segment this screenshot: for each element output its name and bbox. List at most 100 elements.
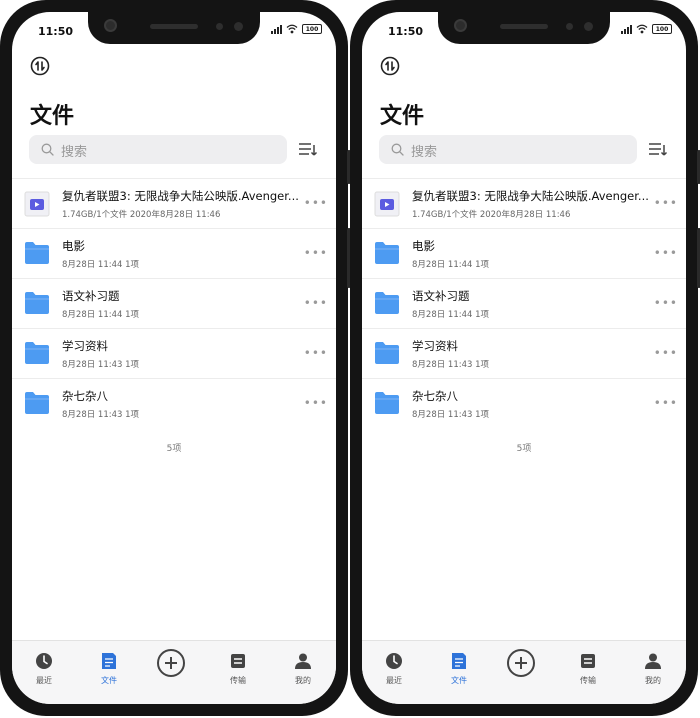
file-row[interactable]: 复仇者联盟3: 无限战争大陆公映版.Avenger... 1.74GB/1个文件 … <box>362 178 686 228</box>
file-name: 学习资料 <box>412 339 458 353</box>
folder-icon <box>375 392 399 414</box>
search-icon <box>41 143 54 156</box>
file-name: 杂七杂八 <box>62 389 108 403</box>
folder-row[interactable]: 语文补习题 8月28日 11:44 1项 ••• <box>362 278 686 328</box>
folder-icon <box>25 292 49 314</box>
bottom-tab-bar: 最近 文件 传输 我的 <box>362 640 686 704</box>
folder-row[interactable]: 杂七杂八 8月28日 11:43 1项 ••• <box>12 378 336 428</box>
file-name: 电影 <box>62 239 85 253</box>
more-options-icon[interactable]: ••• <box>304 247 328 259</box>
camera-notch <box>88 12 260 44</box>
file-meta: 8月28日 11:44 1项 <box>62 260 140 270</box>
search-placeholder: 搜索 <box>411 145 438 160</box>
clock-icon <box>386 653 402 669</box>
more-options-icon[interactable]: ••• <box>304 297 328 309</box>
tab-label: 文件 <box>451 676 467 685</box>
folder-row[interactable]: 学习资料 8月28日 11:43 1项 ••• <box>12 328 336 378</box>
file-list: 复仇者联盟3: 无限战争大陆公映版.Avenger... 1.74GB/1个文件 … <box>12 178 336 428</box>
folder-row[interactable]: 电影 8月28日 11:44 1项 ••• <box>12 228 336 278</box>
file-name: 复仇者联盟3: 无限战争大陆公映版.Avenger... <box>62 189 299 203</box>
status-time: 11:50 <box>38 25 74 38</box>
user-icon <box>645 653 661 669</box>
battery-icon: 100 <box>302 24 322 34</box>
tab-label: 传输 <box>230 676 246 685</box>
file-meta: 8月28日 11:43 1项 <box>412 360 490 370</box>
status-time: 11:50 <box>388 25 424 38</box>
file-name: 学习资料 <box>62 339 108 353</box>
file-meta: 8月28日 11:44 1项 <box>62 310 140 320</box>
item-count: 5项 <box>516 444 532 454</box>
tab-label: 传输 <box>580 676 596 685</box>
file-meta: 1.74GB/1个文件 2020年8月28日 11:46 <box>62 210 221 220</box>
sort-toggle-icon[interactable] <box>380 56 400 76</box>
list-menu-icon[interactable] <box>648 142 668 158</box>
page-title: 文件 <box>30 104 75 129</box>
folder-row[interactable]: 语文补习题 8月28日 11:44 1项 ••• <box>12 278 336 328</box>
tab-label: 最近 <box>36 676 52 685</box>
sort-toggle-icon[interactable] <box>30 56 50 76</box>
folder-row[interactable]: 学习资料 8月28日 11:43 1项 ••• <box>362 328 686 378</box>
more-options-icon[interactable]: ••• <box>654 297 678 309</box>
status-icons: 100 <box>271 24 322 34</box>
file-icon <box>102 653 116 669</box>
folder-icon <box>25 392 49 414</box>
tab-label: 最近 <box>386 676 402 685</box>
list-menu-icon[interactable] <box>298 142 318 158</box>
more-options-icon[interactable]: ••• <box>654 197 678 209</box>
folder-row[interactable]: 杂七杂八 8月28日 11:43 1项 ••• <box>362 378 686 428</box>
video-file-icon <box>374 191 400 217</box>
folder-icon <box>375 292 399 314</box>
wifi-icon <box>636 24 648 34</box>
file-name: 复仇者联盟3: 无限战争大陆公映版.Avenger... <box>412 189 649 203</box>
camera-notch <box>438 12 610 44</box>
more-options-icon[interactable]: ••• <box>654 397 678 409</box>
search-placeholder: 搜索 <box>61 145 88 160</box>
more-options-icon[interactable]: ••• <box>654 247 678 259</box>
file-row[interactable]: 复仇者联盟3: 无限战争大陆公映版.Avenger... 1.74GB/1个文件 … <box>12 178 336 228</box>
file-meta: 8月28日 11:43 1项 <box>62 360 140 370</box>
more-options-icon[interactable]: ••• <box>304 397 328 409</box>
video-file-icon <box>24 191 50 217</box>
search-input[interactable]: 搜索 <box>379 135 637 164</box>
status-icons: 100 <box>621 24 672 34</box>
file-meta: 8月28日 11:43 1项 <box>412 410 490 420</box>
page-title: 文件 <box>380 104 425 129</box>
transfer-icon <box>581 654 595 668</box>
wifi-icon <box>286 24 298 34</box>
app-screen: 11:50 100 文件 搜索 复仇者联盟3: 无限战争大陆公映版.Avenge… <box>362 12 686 704</box>
clock-icon <box>36 653 52 669</box>
more-options-icon[interactable]: ••• <box>304 197 328 209</box>
bottom-tab-bar: 最近 文件 传输 我的 <box>12 640 336 704</box>
folder-row[interactable]: 电影 8月28日 11:44 1项 ••• <box>362 228 686 278</box>
phone-frame-left: 11:50 100 文件 搜索 复仇者联盟3: 无限战争大陆公映版.Avenge… <box>0 0 351 716</box>
search-input[interactable]: 搜索 <box>29 135 287 164</box>
file-name: 语文补习题 <box>412 289 470 303</box>
more-options-icon[interactable]: ••• <box>304 347 328 359</box>
add-button[interactable] <box>157 649 185 677</box>
folder-icon <box>25 342 49 364</box>
signal-icon <box>271 24 282 34</box>
folder-icon <box>375 242 399 264</box>
tab-label: 文件 <box>101 676 117 685</box>
transfer-icon <box>231 654 245 668</box>
file-icon <box>452 653 466 669</box>
app-screen: 11:50 100 文件 搜索 复仇者联盟3: 无限战争大陆公映版.Avenge… <box>12 12 336 704</box>
signal-icon <box>621 24 632 34</box>
user-icon <box>295 653 311 669</box>
battery-icon: 100 <box>652 24 672 34</box>
file-name: 杂七杂八 <box>412 389 458 403</box>
search-icon <box>391 143 404 156</box>
file-meta: 8月28日 11:43 1项 <box>62 410 140 420</box>
file-list: 复仇者联盟3: 无限战争大陆公映版.Avenger... 1.74GB/1个文件 … <box>362 178 686 428</box>
tab-label: 我的 <box>645 676 661 685</box>
file-meta: 8月28日 11:44 1项 <box>412 260 490 270</box>
file-meta: 8月28日 11:44 1项 <box>412 310 490 320</box>
item-count: 5项 <box>166 444 182 454</box>
phone-frame-right: 11:50 100 文件 搜索 复仇者联盟3: 无限战争大陆公映版.Avenge… <box>350 0 700 716</box>
add-button[interactable] <box>507 649 535 677</box>
more-options-icon[interactable]: ••• <box>654 347 678 359</box>
folder-icon <box>375 342 399 364</box>
file-meta: 1.74GB/1个文件 2020年8月28日 11:46 <box>412 210 571 220</box>
folder-icon <box>25 242 49 264</box>
tab-label: 我的 <box>295 676 311 685</box>
